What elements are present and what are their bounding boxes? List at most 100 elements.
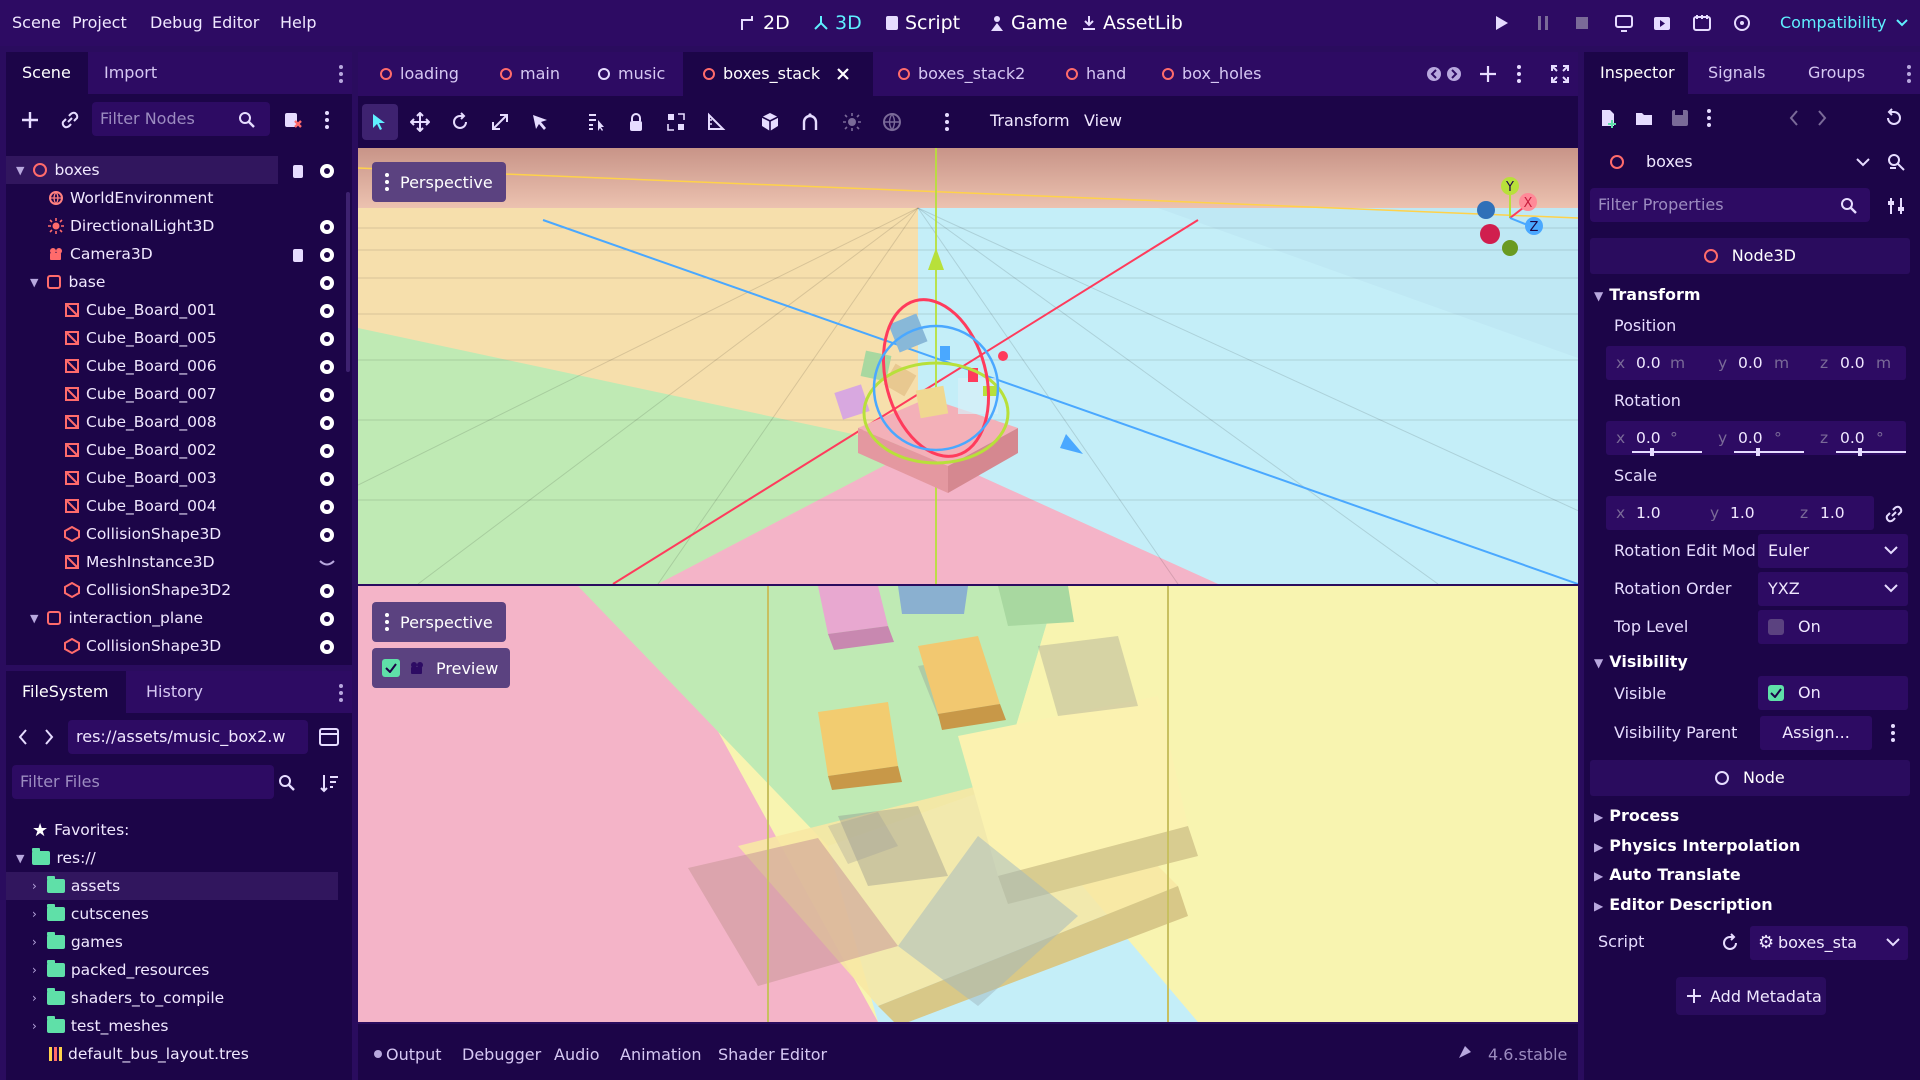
kebab-menu-icon[interactable] (1906, 64, 1912, 84)
section-visibility[interactable]: ▼ Visibility (1594, 652, 1688, 671)
transform-menu[interactable]: Transform (990, 111, 1070, 130)
linked-scale-icon[interactable] (1884, 504, 1904, 524)
folder-row-games[interactable]: › games (6, 928, 346, 956)
scale-x-value[interactable]: 1.0 (1636, 504, 1661, 522)
ruler-icon[interactable] (706, 112, 726, 132)
visibility-eye-icon[interactable] (318, 638, 336, 656)
kebab-menu-icon[interactable] (324, 110, 330, 130)
axis-neg-y[interactable] (1502, 240, 1518, 256)
remote-debug-icon[interactable] (1614, 13, 1634, 33)
list-select-icon[interactable] (586, 112, 606, 132)
position-y-value[interactable]: 0.0 (1738, 354, 1763, 372)
position-z-value[interactable]: 0.0 (1840, 354, 1865, 372)
camera-preview-toggle[interactable]: Preview (372, 648, 510, 688)
node-selector[interactable]: boxes (1598, 144, 1878, 180)
menu-scene[interactable]: Scene (12, 13, 61, 32)
bottom-tab-animation[interactable]: Animation (620, 1045, 702, 1064)
tree-row-boxes[interactable]: ▼ boxes (6, 156, 278, 184)
movie-maker-icon[interactable] (1732, 13, 1752, 33)
filter-files-input[interactable]: Filter Files (12, 765, 274, 799)
node-tree-icon[interactable] (1886, 152, 1906, 172)
folder-row-shaders[interactable]: › shaders_to_compile (6, 984, 346, 1012)
select-mode-button[interactable] (362, 104, 398, 140)
bottom-tab-shader-editor[interactable]: Shader Editor (718, 1045, 827, 1064)
script-icon[interactable] (290, 162, 308, 180)
tree-row-world-environment[interactable]: WorldEnvironment (6, 184, 346, 212)
tree-row-directional-light[interactable]: DirectionalLight3D (6, 212, 346, 240)
folder-row-assets[interactable]: › assets (6, 872, 338, 900)
chevron-right-icon[interactable]: › (32, 935, 37, 949)
expand-arrow-icon[interactable]: ▼ (16, 852, 24, 865)
rotation-x-slider-grabber[interactable] (1650, 448, 1654, 456)
rotation-order-dropdown[interactable]: YXZ (1758, 572, 1908, 606)
file-row-bus-layout[interactable]: default_bus_layout.tres (6, 1040, 346, 1068)
folder-row-cutscenes[interactable]: › cutscenes (6, 900, 346, 928)
section-process[interactable]: ▶ Process (1594, 806, 1679, 825)
section-auto-translate[interactable]: ▶ Auto Translate (1594, 865, 1741, 884)
update-spinner-icon[interactable] (1456, 1043, 1474, 1061)
mode-3d-button[interactable]: 3D (812, 10, 862, 36)
save-icon[interactable] (1670, 108, 1690, 128)
visibility-eye-icon[interactable] (318, 442, 336, 460)
rotate-icon[interactable] (450, 112, 470, 132)
tree-row-cube-board[interactable]: Cube_Board_002 (6, 436, 346, 464)
scale-icon[interactable] (490, 112, 510, 132)
top-level-checkbox[interactable]: On (1758, 610, 1908, 644)
rotation-z-slider-grabber[interactable] (1858, 448, 1862, 456)
menu-help[interactable]: Help (280, 13, 316, 32)
visibility-eye-icon[interactable] (318, 302, 336, 320)
viewport-top[interactable]: Perspective Y X Z (358, 148, 1578, 584)
visibility-eye-icon[interactable] (318, 274, 336, 292)
scene-tab-loading[interactable]: loading (380, 52, 459, 96)
menu-editor[interactable]: Editor (212, 13, 259, 32)
chevron-right-icon[interactable]: › (32, 1019, 37, 1033)
visibility-parent-assign-button[interactable]: Assign... (1760, 716, 1872, 750)
tree-row-collision-shape[interactable]: CollisionShape3D (6, 520, 346, 548)
tree-row-cube-board[interactable]: Cube_Board_005 (6, 324, 346, 352)
filter-properties-input[interactable]: Filter Properties (1590, 188, 1870, 222)
rotation-edit-mode-dropdown[interactable]: Euler (1758, 534, 1908, 568)
visibility-eye-icon[interactable] (318, 162, 336, 180)
chevron-right-icon[interactable]: › (32, 963, 37, 977)
section-transform[interactable]: ▼ Transform (1594, 285, 1701, 304)
res-root-row[interactable]: ▼ res:// (6, 844, 346, 872)
filter-settings-icon[interactable] (1886, 196, 1906, 216)
stop-icon[interactable] (1574, 14, 1590, 32)
scene-tree-scrollbar[interactable] (346, 192, 350, 372)
rotation-x-slider[interactable] (1632, 451, 1702, 453)
tab-signals[interactable]: Signals (1708, 52, 1788, 94)
menu-project[interactable]: Project (72, 13, 127, 32)
scene-tab-music[interactable]: music (598, 52, 665, 96)
add-tab-icon[interactable] (1478, 64, 1498, 84)
new-resource-icon[interactable] (1598, 108, 1618, 128)
viewport-bottom[interactable]: Perspective Preview (358, 586, 1578, 1022)
sort-icon[interactable] (320, 773, 340, 793)
hidden-eye-icon[interactable] (318, 554, 336, 572)
tab-scene[interactable]: Scene (6, 52, 88, 94)
tree-row-collision-shape[interactable]: CollisionShape3D2 (6, 576, 346, 604)
play-icon[interactable] (1494, 14, 1510, 32)
tab-scroll-arrows-icon[interactable] (1426, 66, 1462, 82)
tree-row-cube-board[interactable]: Cube_Board_003 (6, 464, 346, 492)
rotation-y-slider-grabber[interactable] (1756, 448, 1760, 456)
scene-tab-hand[interactable]: hand (1066, 52, 1126, 96)
back-arrow-icon[interactable] (18, 728, 28, 746)
history-back-icon[interactable] (1788, 109, 1800, 127)
position-x-value[interactable]: 0.0 (1636, 354, 1661, 372)
tab-groups[interactable]: Groups (1808, 52, 1888, 94)
visibility-eye-icon[interactable] (318, 414, 336, 432)
move-icon[interactable] (410, 112, 430, 132)
expand-arrow-icon[interactable]: ▼ (30, 612, 38, 625)
scene-tab-boxes-stack2[interactable]: boxes_stack2 (898, 52, 1025, 96)
scale-z-value[interactable]: 1.0 (1820, 504, 1845, 522)
script-resource-picker[interactable]: ⚙ boxes_sta (1750, 926, 1908, 960)
rotation-y-slider[interactable] (1734, 451, 1804, 453)
mode-2d-button[interactable]: 2D (740, 10, 790, 36)
section-physics-interpolation[interactable]: ▶ Physics Interpolation (1594, 836, 1800, 855)
group-icon[interactable] (666, 112, 686, 132)
bottom-tab-audio[interactable]: Audio (554, 1045, 599, 1064)
scene-tab-box-holes[interactable]: box_holes (1162, 52, 1261, 96)
tree-row-interaction-plane[interactable]: ▼ interaction_plane (6, 604, 346, 632)
rotation-x-value[interactable]: 0.0 (1636, 429, 1661, 447)
kebab-menu-icon[interactable] (338, 64, 344, 84)
